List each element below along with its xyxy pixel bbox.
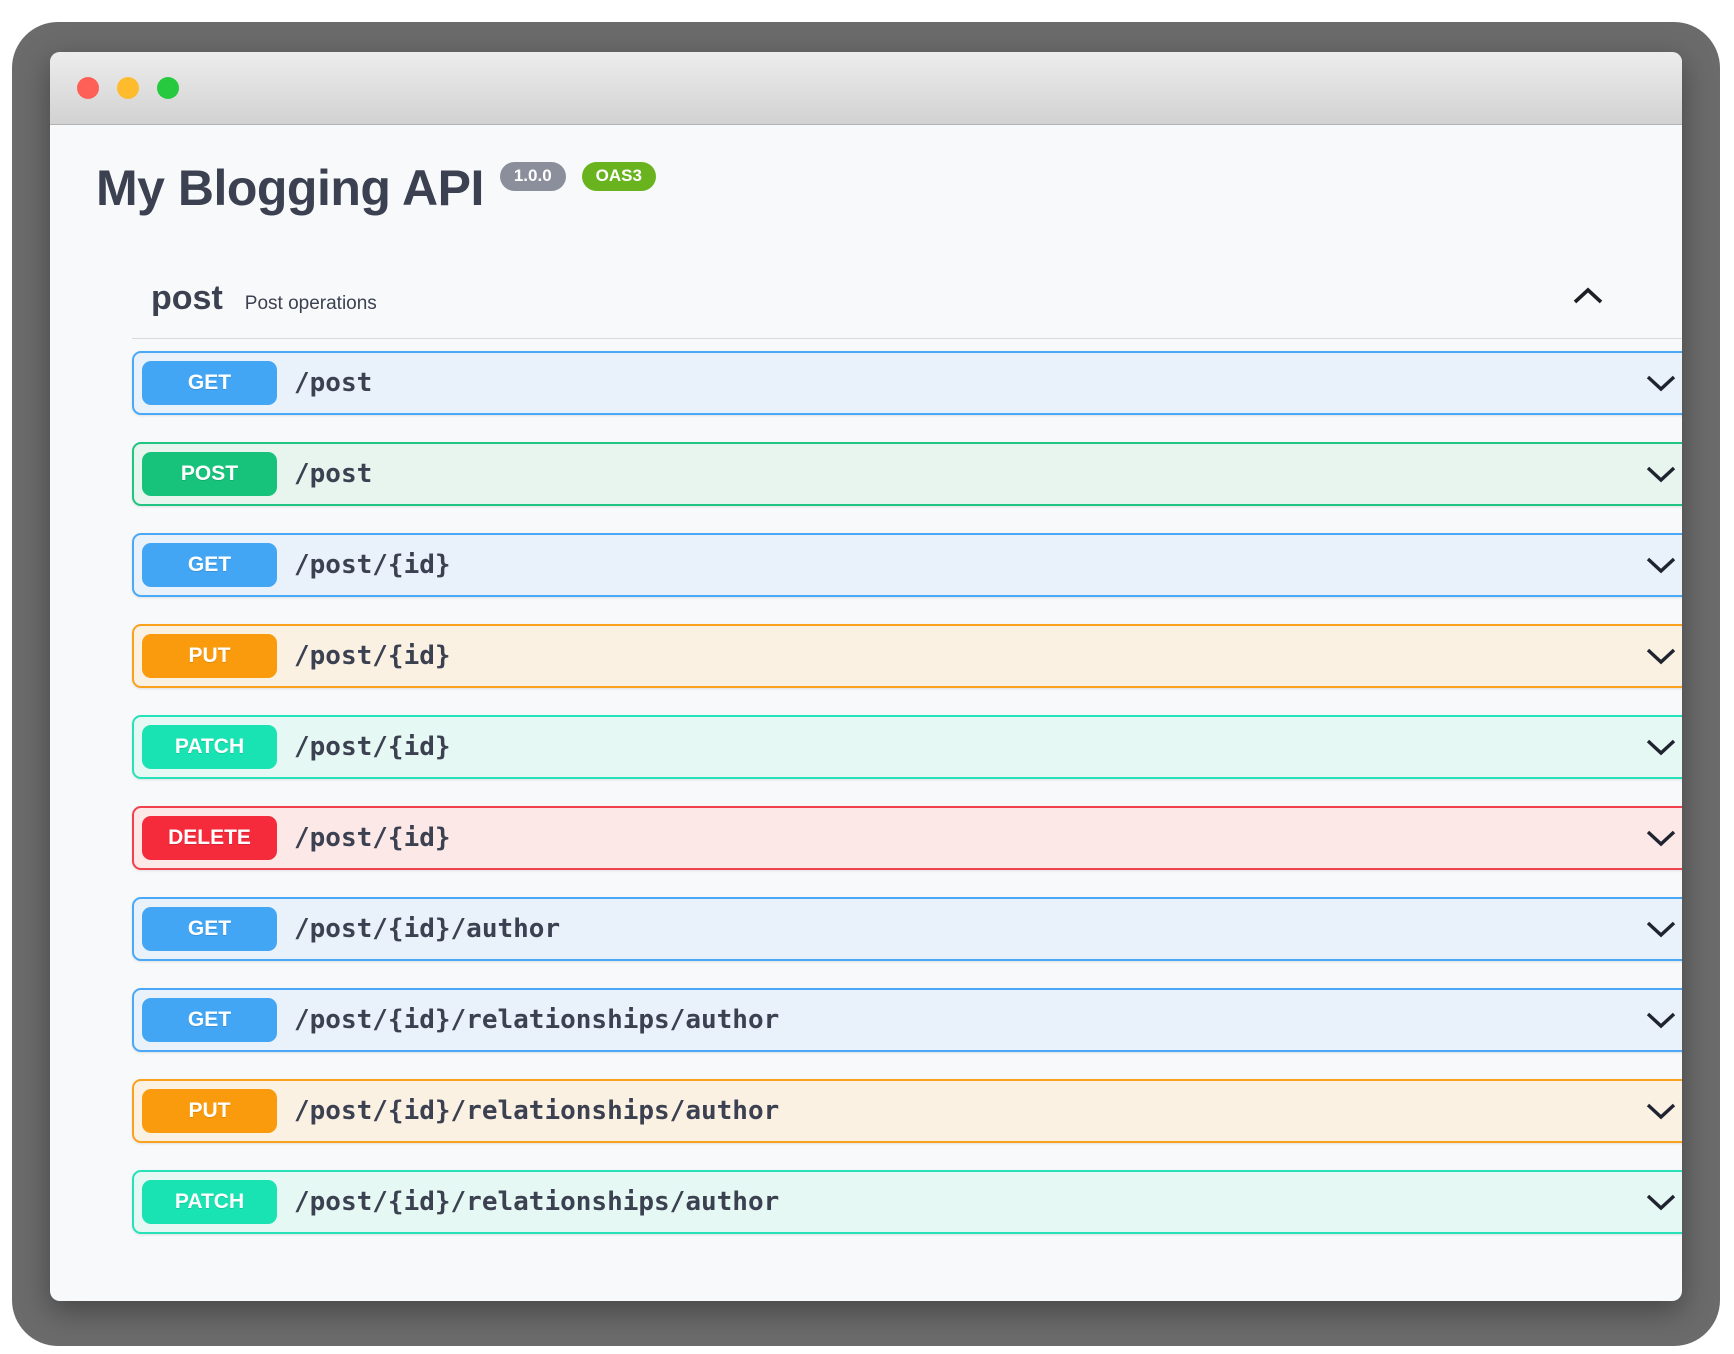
operation-path: /post/{id}/relationships/author — [294, 1005, 779, 1035]
titlebar — [50, 52, 1682, 125]
chevron-down-icon[interactable] — [1646, 375, 1676, 392]
section-divider — [132, 338, 1682, 339]
method-badge: GET — [142, 361, 277, 405]
method-badge: GET — [142, 907, 277, 951]
method-badge: PUT — [142, 1089, 277, 1133]
tag-section-header[interactable]: post Post operations — [96, 279, 1654, 318]
tag-name: post — [151, 279, 223, 318]
chevron-down-icon[interactable] — [1646, 921, 1676, 938]
operations-list: GET /post POST /post GET /post/{id} PUT … — [132, 351, 1682, 1234]
method-badge: GET — [142, 543, 277, 587]
operation-path: /post/{id} — [294, 550, 451, 580]
operation-row-post-post[interactable]: POST /post — [132, 442, 1682, 506]
operation-path: /post/{id}/relationships/author — [294, 1096, 779, 1126]
api-header: My Blogging API 1.0.0 OAS3 — [96, 159, 1654, 217]
tag-description: Post operations — [245, 293, 377, 315]
method-badge: DELETE — [142, 816, 277, 860]
operation-row-get-post-id-relationships-author[interactable]: GET /post/{id}/relationships/author — [132, 988, 1682, 1052]
oas3-badge: OAS3 — [582, 162, 656, 191]
operation-row-get-post-id-author[interactable]: GET /post/{id}/author — [132, 897, 1682, 961]
operation-row-put-post-id-relationships-author[interactable]: PUT /post/{id}/relationships/author — [132, 1079, 1682, 1143]
traffic-lights — [77, 77, 179, 99]
operation-row-get-post-id-[interactable]: GET /post/{id} — [132, 533, 1682, 597]
method-badge: POST — [142, 452, 277, 496]
chevron-down-icon[interactable] — [1646, 1194, 1676, 1211]
operation-path: /post/{id}/author — [294, 914, 560, 944]
chevron-down-icon[interactable] — [1646, 830, 1676, 847]
swagger-content: My Blogging API 1.0.0 OAS3 post Post ope… — [50, 125, 1682, 1234]
method-badge: PUT — [142, 634, 277, 678]
method-badge: GET — [142, 998, 277, 1042]
chevron-down-icon[interactable] — [1646, 1012, 1676, 1029]
operation-row-delete-post-id-[interactable]: DELETE /post/{id} — [132, 806, 1682, 870]
minimize-button[interactable] — [117, 77, 139, 99]
operation-path: /post — [294, 459, 372, 489]
chevron-down-icon[interactable] — [1646, 557, 1676, 574]
chevron-down-icon[interactable] — [1646, 648, 1676, 665]
operation-path: /post/{id} — [294, 823, 451, 853]
operation-row-patch-post-id-[interactable]: PATCH /post/{id} — [132, 715, 1682, 779]
chevron-up-icon[interactable] — [1572, 287, 1604, 310]
page-title: My Blogging API — [96, 159, 484, 217]
version-badge: 1.0.0 — [500, 162, 566, 191]
method-badge: PATCH — [142, 1180, 277, 1224]
app-window: My Blogging API 1.0.0 OAS3 post Post ope… — [50, 52, 1682, 1301]
maximize-button[interactable] — [157, 77, 179, 99]
operation-path: /post — [294, 368, 372, 398]
operation-row-put-post-id-[interactable]: PUT /post/{id} — [132, 624, 1682, 688]
operation-path: /post/{id} — [294, 641, 451, 671]
operation-row-get-post[interactable]: GET /post — [132, 351, 1682, 415]
chevron-down-icon[interactable] — [1646, 1103, 1676, 1120]
method-badge: PATCH — [142, 725, 277, 769]
chevron-down-icon[interactable] — [1646, 466, 1676, 483]
operation-path: /post/{id}/relationships/author — [294, 1187, 779, 1217]
operation-path: /post/{id} — [294, 732, 451, 762]
operation-row-patch-post-id-relationships-author[interactable]: PATCH /post/{id}/relationships/author — [132, 1170, 1682, 1234]
chevron-down-icon[interactable] — [1646, 739, 1676, 756]
close-button[interactable] — [77, 77, 99, 99]
